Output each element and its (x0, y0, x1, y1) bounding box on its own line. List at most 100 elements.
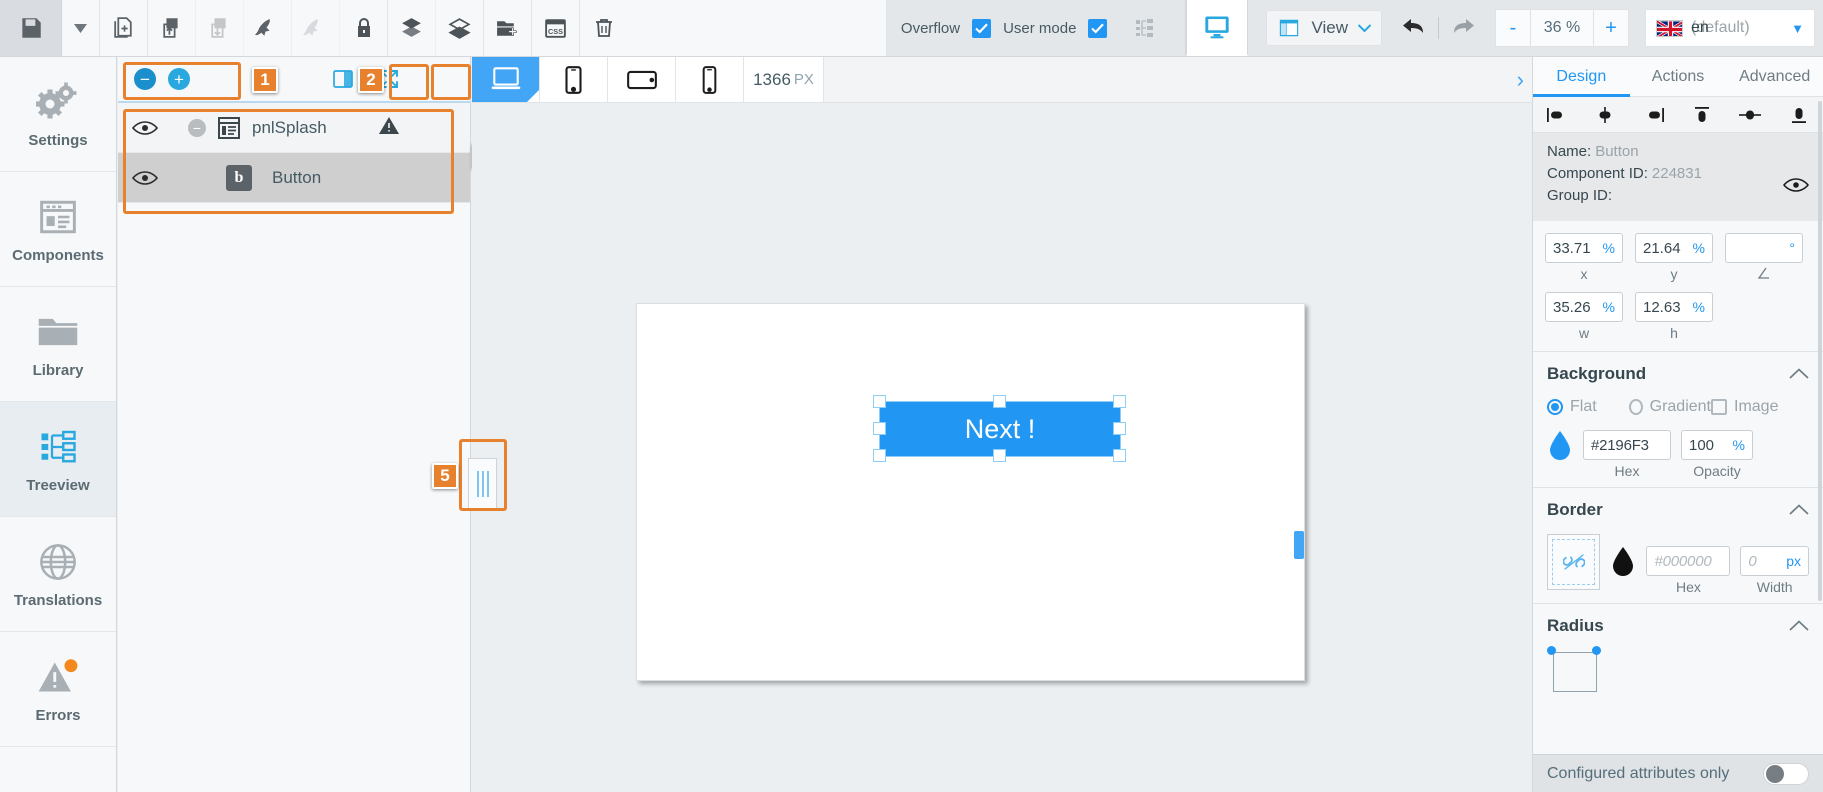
device-width-display[interactable]: 1366 PX (744, 57, 824, 102)
zoom-out-button[interactable]: - (1496, 10, 1530, 46)
angle-input[interactable]: ° (1725, 233, 1803, 263)
resize-handle-w[interactable] (873, 422, 886, 435)
h-input[interactable]: 12.63 % (1635, 292, 1713, 322)
border-sides-selector[interactable] (1547, 534, 1601, 590)
save-icon[interactable] (0, 0, 62, 56)
lock-icon[interactable] (340, 0, 388, 56)
align-top-icon[interactable] (1678, 106, 1726, 124)
chevron-up-icon[interactable] (1789, 502, 1809, 519)
border-color-swatch-icon[interactable] (1610, 546, 1636, 576)
resize-handle-n[interactable] (993, 395, 1006, 408)
border-section-header[interactable]: Border (1547, 500, 1809, 520)
device-phone-button[interactable] (540, 57, 608, 102)
checkbox-image[interactable] (1711, 399, 1727, 415)
rail-item-settings[interactable]: Settings (0, 57, 116, 172)
rail-item-treeview[interactable]: Treeview (0, 402, 116, 517)
rail-item-errors[interactable]: Errors (0, 632, 116, 747)
tab-advanced[interactable]: Advanced (1726, 57, 1823, 96)
next-button-component[interactable]: Next ! (873, 395, 1126, 462)
radio-flat[interactable] (1547, 399, 1563, 415)
w-input[interactable]: 35.26 % (1545, 292, 1623, 322)
collapse-all-button[interactable]: − (134, 68, 156, 90)
radio-gradient[interactable] (1629, 399, 1643, 415)
rail-item-translations[interactable]: Translations (0, 517, 116, 632)
trash-icon[interactable] (580, 0, 628, 56)
tree-structure-icon[interactable] (1119, 16, 1171, 40)
rail-item-components[interactable]: Components (0, 172, 116, 287)
border-width-input[interactable]: 0 px (1740, 546, 1810, 576)
y-input[interactable]: 21.64 % (1635, 233, 1713, 263)
design-page[interactable]: Next ! (636, 303, 1305, 681)
design-stage[interactable]: 5 Next ! (432, 103, 1532, 792)
expand-all-button[interactable]: + (168, 68, 190, 90)
node-warning-icon[interactable] (378, 116, 400, 139)
background-opacity-input[interactable]: 100 % (1681, 430, 1753, 460)
align-bottom-icon[interactable] (1775, 106, 1823, 124)
background-gradient-option[interactable]: Gradient (1629, 398, 1711, 416)
x-input[interactable]: 33.71 % (1545, 233, 1623, 263)
background-hex-input[interactable]: #2196F3 (1583, 430, 1671, 460)
new-folder-icon[interactable] (484, 0, 532, 56)
resize-handle-ne[interactable] (1113, 395, 1126, 408)
background-color-swatch-icon[interactable] (1547, 430, 1573, 460)
background-image-option[interactable]: Image (1711, 398, 1793, 416)
component-visibility-eye-icon[interactable] (1783, 177, 1809, 197)
zoom-value[interactable]: 36 % (1530, 10, 1594, 46)
chevron-up-icon[interactable] (1789, 366, 1809, 383)
preview-monitor-icon[interactable] (1186, 0, 1249, 56)
align-center-horizontal-icon[interactable] (1581, 106, 1629, 123)
visibility-eye-icon[interactable] (124, 120, 166, 136)
chevron-up-icon[interactable] (1789, 618, 1809, 635)
paint-format-disabled-icon[interactable] (292, 0, 340, 56)
language-selector[interactable]: (default) en ▼ (1645, 9, 1815, 47)
zoom-in-button[interactable]: + (1594, 10, 1628, 46)
tab-design[interactable]: Design (1533, 57, 1630, 97)
rail-item-library[interactable]: Library (0, 287, 116, 402)
undo-icon[interactable] (1396, 16, 1434, 40)
overflow-checkbox[interactable] (972, 18, 992, 38)
new-document-icon[interactable] (100, 0, 148, 56)
import-document-icon[interactable] (148, 0, 196, 56)
view-button[interactable]: View (1266, 10, 1382, 46)
configured-attributes-toggle[interactable] (1763, 762, 1809, 785)
tree-row[interactable]: − pnlSplash (118, 103, 470, 153)
user-mode-checkbox[interactable] (1088, 18, 1108, 38)
css-icon[interactable]: CSS (532, 0, 580, 56)
border-hex-input[interactable]: #000000 (1646, 546, 1731, 576)
resize-handle-s[interactable] (993, 449, 1006, 462)
canvas-splitter-handle[interactable] (468, 458, 497, 510)
resize-handle-e[interactable] (1113, 422, 1126, 435)
device-tablet-landscape-button[interactable] (608, 57, 676, 102)
visibility-eye-icon[interactable] (124, 170, 166, 186)
radius-corner-ne[interactable] (1592, 646, 1601, 655)
language-chevron-down-icon[interactable]: ▼ (1791, 21, 1804, 36)
radius-corner-nw[interactable] (1547, 646, 1556, 655)
redo-icon[interactable] (1443, 16, 1481, 40)
align-left-icon[interactable] (1533, 107, 1581, 123)
chevron-right-icon[interactable]: › (1517, 67, 1524, 93)
device-desktop-button[interactable] (472, 57, 540, 102)
device-toolbar-rest: › (824, 57, 1532, 102)
background-section-header[interactable]: Background (1547, 364, 1809, 384)
resize-handle-nw[interactable] (873, 395, 886, 408)
align-right-icon[interactable] (1630, 107, 1678, 123)
save-options-chevron-down-icon[interactable] (62, 0, 100, 56)
toggle-panel-icon[interactable] (328, 65, 358, 93)
resize-handle-se[interactable] (1113, 449, 1126, 462)
radius-section-header[interactable]: Radius (1547, 616, 1809, 636)
node-collapse-toggle[interactable]: − (188, 118, 206, 137)
radius-corner-selector[interactable] (1547, 646, 1603, 692)
properties-scrollbar[interactable] (1818, 101, 1822, 601)
layers-down-icon[interactable] (388, 0, 436, 56)
align-center-vertical-icon[interactable] (1726, 107, 1774, 123)
page-edge-handle[interactable] (1294, 531, 1304, 559)
background-title: Background (1547, 364, 1647, 383)
tab-actions[interactable]: Actions (1630, 57, 1727, 96)
device-phone-small-button[interactable] (676, 57, 744, 102)
tree-row[interactable]: b Button (118, 153, 470, 203)
layers-up-icon[interactable] (436, 0, 484, 56)
export-document-icon[interactable] (196, 0, 244, 56)
paint-format-icon[interactable] (244, 0, 292, 56)
resize-handle-sw[interactable] (873, 449, 886, 462)
background-flat-option[interactable]: Flat (1547, 398, 1629, 416)
